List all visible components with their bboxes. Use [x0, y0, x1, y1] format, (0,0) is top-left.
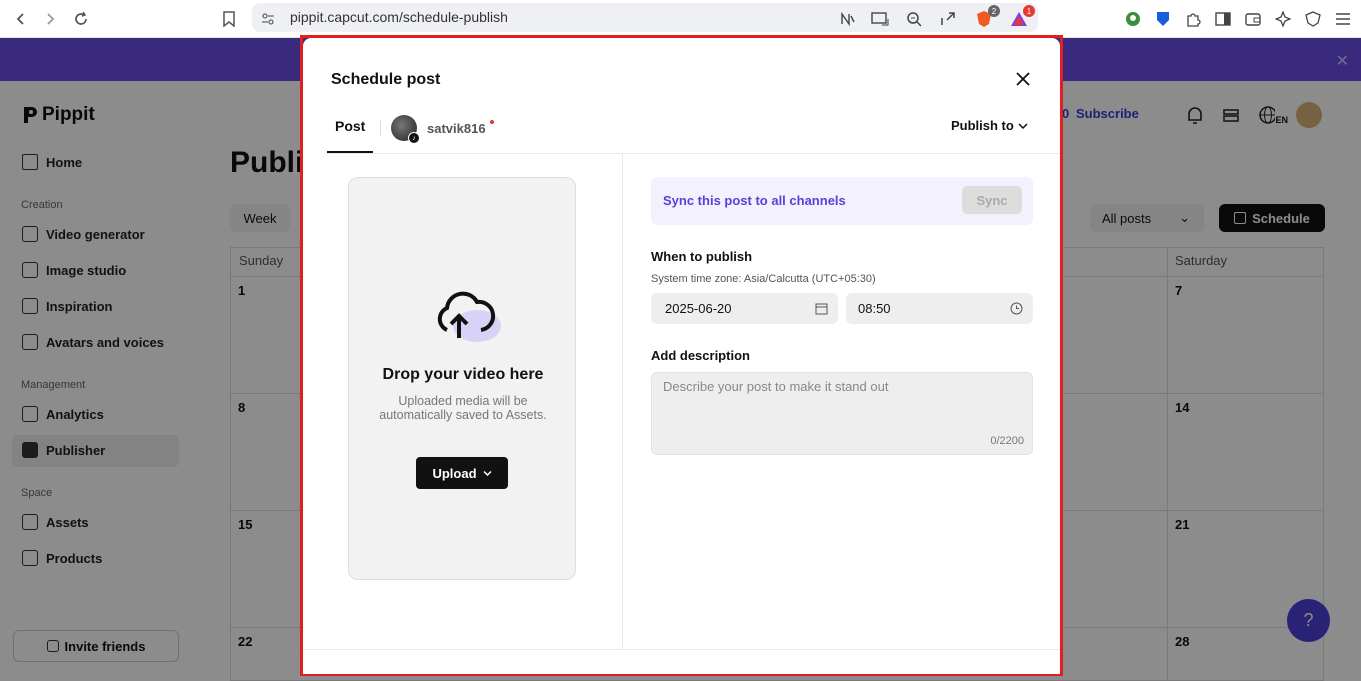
account-name: satvik816: [427, 120, 486, 136]
chevron-down-icon: [483, 470, 492, 476]
clock-icon: [1010, 302, 1023, 315]
zoom-icon[interactable]: [903, 8, 925, 30]
cast-icon[interactable]: [869, 8, 891, 30]
upload-button[interactable]: Upload: [416, 457, 508, 489]
unread-dot: [490, 120, 494, 124]
when-to-publish-label: When to publish: [651, 249, 753, 264]
account-avatar: ♪: [391, 115, 420, 144]
leo-ai-icon[interactable]: [1272, 8, 1294, 30]
cloud-upload-icon: [437, 291, 501, 342]
modal-title: Schedule post: [331, 71, 441, 88]
drop-subtitle: Uploaded media will be automatically sav…: [379, 394, 547, 422]
time-picker[interactable]: 08:50: [846, 293, 1033, 324]
reload-icon[interactable]: [69, 7, 93, 31]
profile-ext-icon[interactable]: [1122, 8, 1144, 30]
schedule-post-modal: Schedule post Post ♪ satvik816 Publish t…: [303, 38, 1060, 674]
publish-to-dropdown[interactable]: Publish to: [951, 118, 1028, 133]
upload-label: Upload: [432, 465, 477, 481]
extensions-icon[interactable]: [1182, 8, 1204, 30]
sidebar-toggle-icon[interactable]: [1212, 8, 1234, 30]
vpn-icon[interactable]: [1302, 8, 1324, 30]
share-icon[interactable]: [937, 8, 959, 30]
wallet-icon[interactable]: [1242, 8, 1264, 30]
bitwarden-icon[interactable]: [1152, 8, 1174, 30]
date-picker[interactable]: 2025-06-20: [651, 293, 838, 324]
publish-to-label: Publish to: [951, 118, 1014, 133]
date-value: 2025-06-20: [665, 301, 732, 316]
bookmark-icon[interactable]: [217, 7, 241, 31]
footer-divider: [303, 649, 1060, 650]
description-placeholder: Describe your post to make it stand out: [663, 379, 889, 394]
forward-icon[interactable]: [38, 7, 62, 31]
sync-channels-box: Sync this post to all channels Sync: [651, 177, 1033, 225]
tab-post[interactable]: Post: [335, 118, 365, 134]
timezone-label: System time zone: Asia/Calcutta (UTC+05:…: [651, 273, 876, 285]
sync-button[interactable]: Sync: [962, 186, 1022, 214]
description-label: Add description: [651, 348, 750, 363]
site-settings-icon[interactable]: [257, 8, 279, 30]
description-textarea[interactable]: Describe your post to make it stand out …: [651, 372, 1033, 455]
tab-separator: [380, 120, 381, 136]
alert-badge: 1: [1023, 5, 1035, 17]
read-aloud-icon[interactable]: [837, 8, 859, 30]
video-dropzone[interactable]: Drop your video here Uploaded media will…: [348, 177, 576, 580]
time-value: 08:50: [858, 301, 891, 316]
sync-text: Sync this post to all channels: [663, 193, 846, 208]
chevron-down-icon: [1018, 122, 1028, 129]
browser-toolbar: pippit.capcut.com/schedule-publish 2 1: [0, 0, 1361, 38]
menu-icon[interactable]: [1332, 8, 1354, 30]
drop-title: Drop your video here: [382, 366, 544, 383]
tab-account[interactable]: ♪ satvik816: [391, 115, 486, 144]
close-icon[interactable]: [1013, 69, 1033, 89]
back-icon[interactable]: [9, 7, 33, 31]
brave-rewards-icon[interactable]: 1: [1008, 5, 1035, 30]
header-divider: [327, 153, 1060, 154]
brave-shield-icon[interactable]: 2: [973, 5, 1000, 30]
brave-badge: 2: [988, 5, 1000, 17]
calendar-icon: [815, 303, 828, 315]
tiktok-icon: ♪: [408, 132, 420, 144]
char-count: 0/2200: [990, 435, 1024, 447]
url-text[interactable]: pippit.capcut.com/schedule-publish: [290, 9, 508, 25]
column-divider: [622, 154, 623, 649]
